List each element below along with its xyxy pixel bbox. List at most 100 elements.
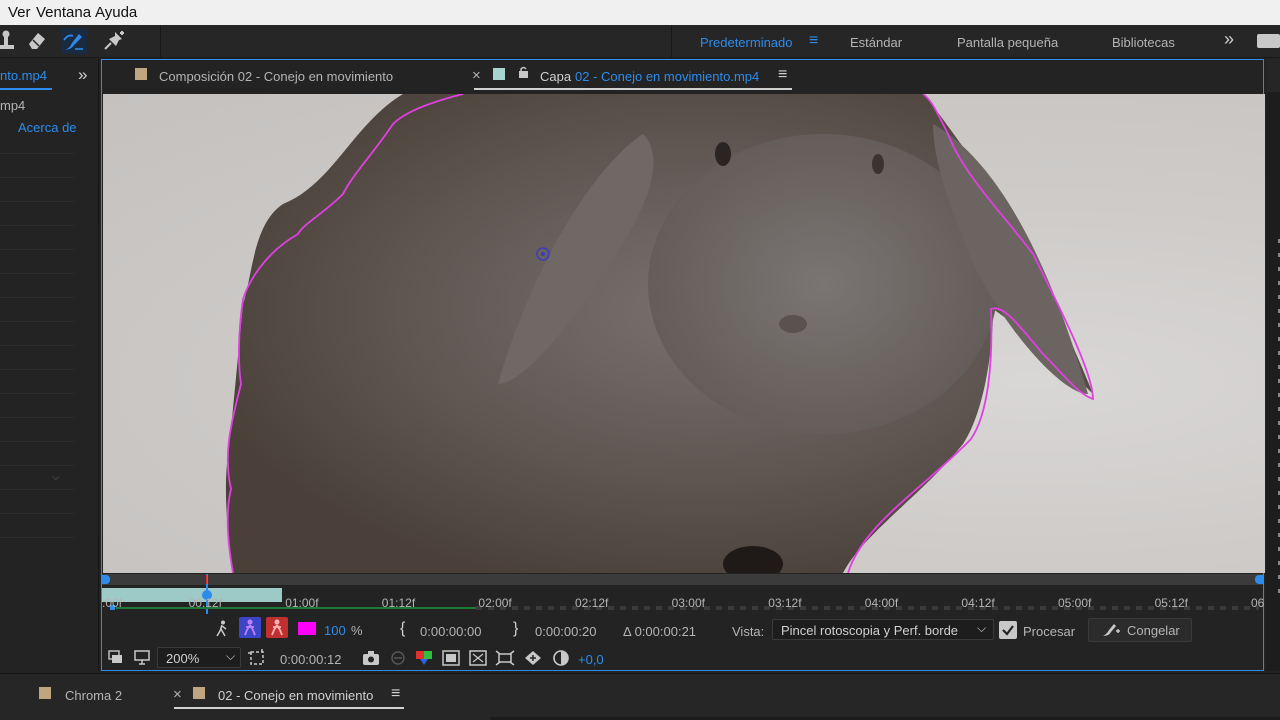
search-help-icon[interactable] <box>1257 34 1280 48</box>
tab-layer-name[interactable]: 02 - Conejo en movimiento.mp4 <box>575 69 759 84</box>
flowchart-icon[interactable] <box>523 649 543 667</box>
work-area-start-handle[interactable] <box>102 575 110 584</box>
out-time[interactable]: 0:00:00:20 <box>535 624 596 639</box>
time-ruler-label: 04:12f <box>961 596 995 610</box>
viewer-canvas[interactable] <box>103 94 1265 573</box>
panel-row-divider <box>0 153 75 154</box>
close-tab-icon[interactable]: × <box>472 67 481 84</box>
workspace-predeterminado[interactable]: Predeterminado <box>700 35 793 50</box>
monitor-icon[interactable] <box>134 650 150 665</box>
out-point-icon[interactable]: } <box>513 620 518 638</box>
walk-icon[interactable] <box>215 620 229 637</box>
panel-row-divider <box>0 225 75 226</box>
pin-icon[interactable] <box>101 28 127 54</box>
view-label: Vista: <box>732 624 765 639</box>
time-ruler-label: 02:00f <box>478 596 512 610</box>
zoom-dropdown[interactable]: 200% ⌵ <box>157 647 241 668</box>
workspace-bibliotecas[interactable]: Bibliotecas <box>1112 35 1175 50</box>
process-checkbox[interactable] <box>999 621 1017 639</box>
overlay-opacity-value[interactable]: 100 <box>324 623 346 638</box>
region-of-interest-icon[interactable] <box>248 649 266 667</box>
panel-row-divider <box>0 537 75 538</box>
time-ruler-label: 05:00f <box>1058 596 1092 610</box>
bunny-eye <box>715 142 731 166</box>
camera-icon[interactable] <box>362 650 380 666</box>
panel-row-divider <box>0 201 75 202</box>
overlay-color-swatch[interactable] <box>298 622 316 635</box>
current-time[interactable]: 0:00:00:12 <box>280 652 341 667</box>
work-area-bar[interactable] <box>102 574 1263 585</box>
tab-menu-icon[interactable]: ≡ <box>391 685 400 703</box>
close-tab-icon[interactable]: × <box>173 686 182 703</box>
exposure-value[interactable]: +0,0 <box>578 652 604 667</box>
tab-chroma-2[interactable]: Chroma 2 <box>65 688 122 703</box>
viewer-tab-bar: Composición 02 - Conejo en movimiento × … <box>102 60 1263 93</box>
menu-ayuda[interactable]: Ayuda <box>95 4 137 21</box>
tab-menu-icon[interactable]: ≡ <box>778 66 787 84</box>
time-ruler-label: 05:12f <box>1154 596 1188 610</box>
panel-row-divider <box>0 273 75 274</box>
toggle-transparency-grid-icon[interactable] <box>442 650 460 666</box>
roto-background-icon[interactable] <box>266 617 288 638</box>
menu-ver[interactable]: Ver <box>8 4 31 21</box>
tab-conejo-en-movimiento[interactable]: 02 - Conejo en movimiento <box>218 688 373 703</box>
active-tab-underline <box>0 88 52 90</box>
footage-name: mp4 <box>0 98 26 113</box>
panel-row-divider <box>0 297 75 298</box>
roto-brush-icon[interactable] <box>61 28 87 54</box>
workspace-menu-icon[interactable]: ≡ <box>809 32 818 50</box>
project-panel: nto.mp4 » mp4 Acerca de ⌵ <box>0 59 99 671</box>
stamp-icon[interactable] <box>0 28 20 54</box>
panel-row-divider <box>0 249 75 250</box>
duration: Δ 0:00:00:21 <box>623 624 697 639</box>
composition-color-swatch <box>135 68 147 80</box>
workspace-estandar[interactable]: Estándar <box>850 35 902 50</box>
reset-exposure-icon[interactable] <box>495 649 515 667</box>
bunny-nose <box>779 315 807 333</box>
tab-layer-prefix[interactable]: Capa <box>540 69 571 84</box>
process-label[interactable]: Procesar <box>1023 624 1075 639</box>
work-area-end-handle[interactable] <box>1255 575 1263 584</box>
freeze-button[interactable]: Congelar <box>1088 618 1192 642</box>
tab-composition[interactable]: Composición 02 - Conejo en movimiento <box>159 69 393 84</box>
freeze-label: Congelar <box>1127 623 1180 638</box>
time-ruler-label: 03:00f <box>671 596 705 610</box>
workspace-pantalla-pequena[interactable]: Pantalla pequeña <box>957 35 1058 50</box>
right-panel-tab <box>1266 59 1280 92</box>
panel-row-divider <box>0 417 75 418</box>
view-dropdown-value: Pincel rotoscopia y Perf. borde <box>781 623 959 638</box>
panel-row-divider <box>0 345 75 346</box>
panel-more-icon[interactable]: » <box>78 65 87 85</box>
chevron-down-icon: ⌵ <box>226 649 236 663</box>
in-time[interactable]: 0:00:00:00 <box>420 624 481 639</box>
exposure-icon[interactable] <box>552 649 570 667</box>
active-tab-underline <box>174 707 404 709</box>
timeline-tab-bar: Chroma 2 × 02 - Conejo en movimiento ≡ <box>0 673 1280 720</box>
panel-row-divider <box>0 321 75 322</box>
eraser-icon[interactable] <box>24 28 50 54</box>
right-panel-edge <box>1266 59 1280 671</box>
lock-icon[interactable] <box>518 66 529 78</box>
view-dropdown[interactable]: Pincel rotoscopia y Perf. borde ⌵ <box>772 619 994 640</box>
panel-row-divider <box>0 513 75 514</box>
time-ruler-label: 01:12f <box>381 596 416 610</box>
workspace-more-icon[interactable]: » <box>1224 29 1234 50</box>
overlay-opacity-unit: % <box>351 623 363 638</box>
roto-foreground-icon[interactable] <box>239 617 261 638</box>
toolbar-separator <box>671 25 672 58</box>
show-snapshot-icon[interactable] <box>389 650 407 666</box>
time-ruler-label: 01:00f <box>285 596 319 610</box>
about-link[interactable]: Acerca de <box>18 120 77 135</box>
chevron-down-icon[interactable]: ⌵ <box>52 472 60 483</box>
toolbar: Predeterminado ≡ Estándar Pantalla peque… <box>0 25 1280 58</box>
fast-previews-icon[interactable] <box>469 650 487 666</box>
in-point-icon[interactable]: { <box>400 620 405 638</box>
channels-icon[interactable] <box>415 649 433 667</box>
always-preview-icon[interactable] <box>108 650 124 665</box>
comp-color-swatch <box>39 687 51 699</box>
panel-row-divider <box>0 489 75 490</box>
chevron-down-icon: ⌵ <box>977 621 987 635</box>
menu-ventana[interactable]: Ventana <box>36 4 91 21</box>
project-panel-title[interactable]: nto.mp4 <box>0 68 47 83</box>
time-ruler-label: 02:12f <box>575 596 609 610</box>
